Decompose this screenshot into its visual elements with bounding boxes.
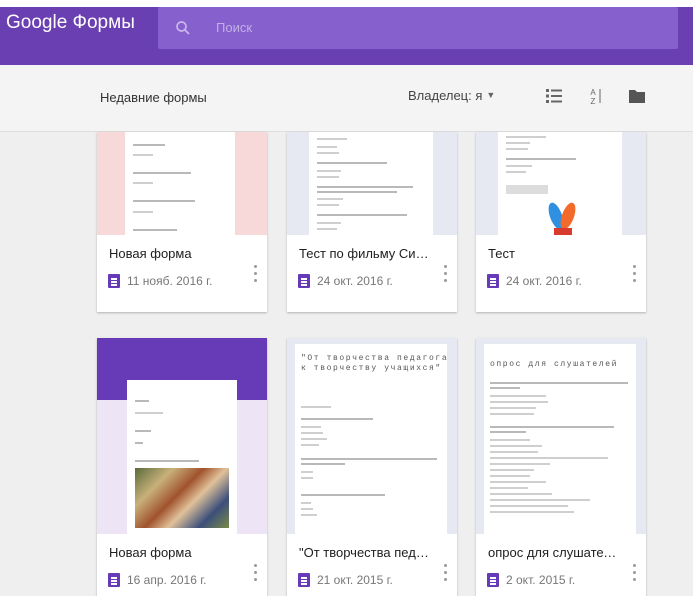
search-placeholder: Поиск	[216, 20, 253, 35]
more-options-icon[interactable]	[254, 564, 258, 584]
form-preview-page	[127, 380, 237, 534]
svg-text:A: A	[590, 88, 596, 97]
form-title: опрос для слушателей	[488, 545, 622, 560]
form-preview-heading: "От творчества педагога к творчеству уча…	[301, 354, 449, 373]
forms-icon	[108, 573, 120, 587]
app-bar: Google Формы Поиск	[0, 0, 693, 65]
form-card-info: опрос для слушателей 2 окт. 2015 г.	[476, 534, 646, 596]
folder-icon[interactable]	[627, 86, 647, 106]
form-thumbnail: опрос для слушателей	[476, 338, 646, 534]
app-brand[interactable]: Google Формы	[6, 12, 135, 34]
form-preview-page: опрос для слушателей	[484, 344, 636, 534]
form-card[interactable]: Тест 24 окт. 2016 г.	[476, 132, 646, 312]
search-icon	[176, 21, 190, 35]
form-date: 24 окт. 2016 г.	[317, 274, 393, 288]
owner-filter-dropdown[interactable]: Владелец: я ▼	[408, 88, 495, 103]
form-date: 21 окт. 2015 г.	[317, 573, 393, 587]
form-thumbnail	[287, 132, 457, 235]
form-preview-page	[125, 132, 235, 235]
form-card[interactable]: опрос для слушателей опрос для слушателе…	[476, 338, 646, 596]
svg-text:Z: Z	[591, 97, 596, 106]
form-card[interactable]: Новая форма 16 апр. 2016 г.	[97, 338, 267, 596]
form-date: 2 окт. 2015 г.	[506, 573, 576, 587]
form-title: Новая форма	[109, 545, 192, 560]
form-preview-page	[309, 132, 433, 235]
sort-az-icon[interactable]: A Z	[583, 86, 603, 106]
form-title: "От творчества педагог...	[299, 545, 433, 560]
list-view-icon[interactable]	[544, 86, 564, 106]
recent-forms-toolbar: Недавние формы Владелец: я ▼ A Z	[0, 65, 693, 132]
form-photo	[135, 468, 229, 528]
app-bar-top-strip	[0, 0, 693, 7]
caret-down-icon: ▼	[486, 90, 496, 100]
form-preview-page	[498, 132, 622, 235]
forms-icon	[298, 274, 310, 288]
form-preview-heading: опрос для слушателей	[490, 360, 619, 369]
form-card-info: Тест по фильму Симфо... 24 окт. 2016 г.	[287, 235, 457, 312]
form-date: 24 окт. 2016 г.	[506, 274, 582, 288]
form-card[interactable]: "От творчества педагога к творчеству уча…	[287, 338, 457, 596]
form-thumbnail: "От творчества педагога к творчеству уча…	[287, 338, 457, 534]
form-thumbnail	[97, 132, 267, 235]
recent-forms-title: Недавние формы	[100, 90, 207, 105]
forms-icon	[298, 573, 310, 587]
more-options-icon[interactable]	[633, 564, 637, 584]
form-title: Тест	[488, 246, 515, 261]
form-card-info: Тест 24 окт. 2016 г.	[476, 235, 646, 312]
form-card[interactable]: Тест по фильму Симфо... 24 окт. 2016 г.	[287, 132, 457, 312]
form-date: 16 апр. 2016 г.	[127, 573, 207, 587]
form-preview-page: "От творчества педагога к творчеству уча…	[295, 344, 447, 534]
form-thumbnail	[97, 338, 267, 534]
form-card-info: Новая форма 11 нояб. 2016 г.	[97, 235, 267, 312]
search-input[interactable]: Поиск	[158, 7, 678, 49]
bird-illustration-icon	[548, 202, 576, 235]
more-options-icon[interactable]	[254, 265, 258, 285]
forms-icon	[487, 274, 499, 288]
forms-icon	[108, 274, 120, 288]
forms-icon	[487, 573, 499, 587]
form-thumbnail	[476, 132, 646, 235]
form-title: Новая форма	[109, 246, 192, 261]
form-card[interactable]: Новая форма 11 нояб. 2016 г.	[97, 132, 267, 312]
form-card-info: Новая форма 16 апр. 2016 г.	[97, 534, 267, 596]
owner-filter-label: Владелец: я	[408, 88, 483, 103]
form-title: Тест по фильму Симфо...	[299, 246, 433, 261]
more-options-icon[interactable]	[444, 564, 448, 584]
form-card-info: "От творчества педагог... 21 окт. 2015 г…	[287, 534, 457, 596]
form-date: 11 нояб. 2016 г.	[127, 274, 213, 288]
more-options-icon[interactable]	[444, 265, 448, 285]
more-options-icon[interactable]	[633, 265, 637, 285]
